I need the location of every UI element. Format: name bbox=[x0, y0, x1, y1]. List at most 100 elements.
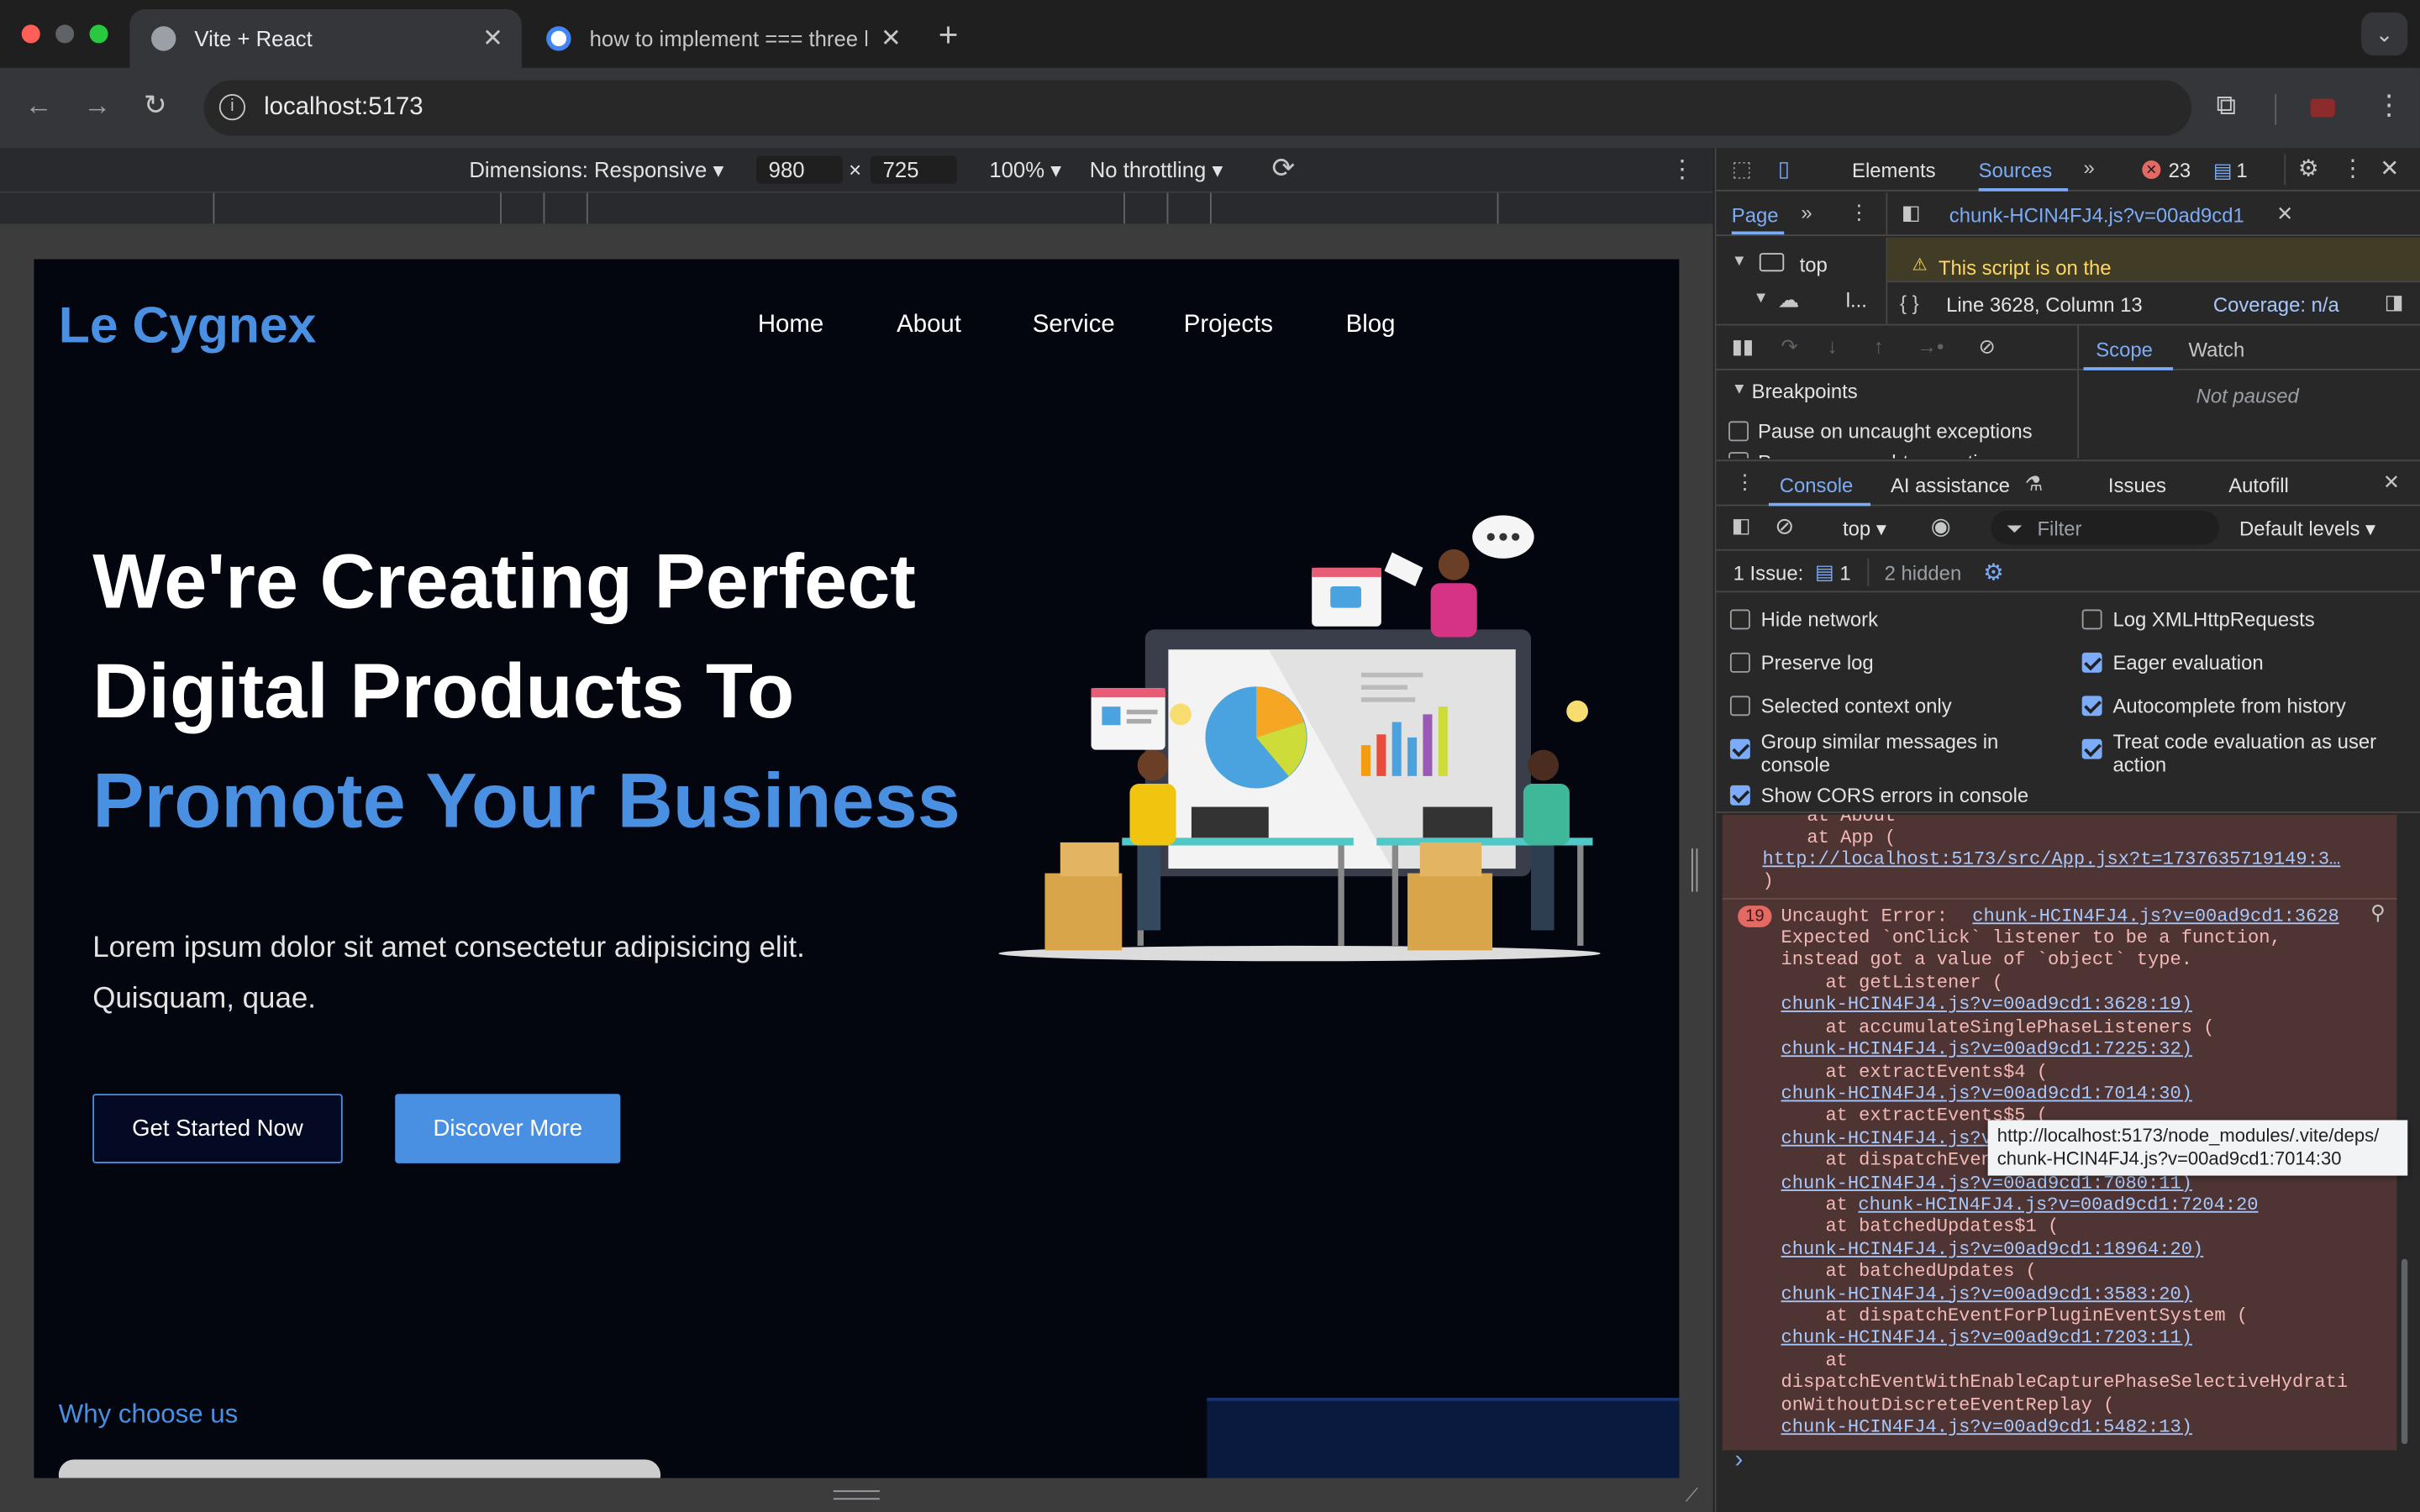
console-prompt[interactable]: › bbox=[1734, 1447, 1743, 1475]
close-drawer-icon[interactable]: ✕ bbox=[2383, 470, 2400, 495]
settings-gear-icon[interactable]: ⚙ bbox=[2298, 155, 2319, 182]
maximize-window-button[interactable] bbox=[89, 24, 108, 44]
address-bar[interactable]: i localhost:5173 bbox=[203, 80, 2192, 136]
step-icon[interactable]: →• bbox=[1917, 335, 1944, 359]
step-out-icon[interactable]: ↑ bbox=[1874, 335, 1884, 359]
expand-arrow-icon[interactable]: ▼ bbox=[1753, 290, 1768, 307]
nav-about[interactable]: About bbox=[897, 312, 961, 339]
tab-ai-assistance[interactable]: AI assistance bbox=[1891, 474, 2010, 497]
eager-eval-checkbox[interactable] bbox=[2081, 652, 2102, 673]
group-similar-checkbox[interactable] bbox=[1729, 738, 1750, 759]
get-started-button[interactable]: Get Started Now bbox=[92, 1094, 343, 1163]
new-tab-icon[interactable]: + bbox=[939, 15, 959, 55]
resize-handle-right[interactable] bbox=[1691, 848, 1698, 892]
tab-sources[interactable]: Sources bbox=[1979, 159, 2053, 182]
nav-service[interactable]: Service bbox=[1033, 312, 1115, 339]
throttling-dropdown[interactable]: No throttling ▾ bbox=[1090, 157, 1223, 183]
tree-top[interactable]: top bbox=[1800, 253, 1828, 276]
more-navigators-icon[interactable]: » bbox=[1801, 201, 1812, 224]
stack-frame-link[interactable]: chunk-HCIN4FJ4.js?v=00ad9cd1:3628:19) bbox=[1781, 995, 2192, 1016]
reload-icon[interactable]: ↻ bbox=[144, 90, 167, 123]
stack-frame-link[interactable]: chunk-HCIN4FJ4.js?v=00ad9cd1:7204:20 bbox=[1858, 1194, 2258, 1216]
close-devtools-icon[interactable]: ✕ bbox=[2380, 155, 2399, 182]
expand-arrow-icon[interactable]: ▼ bbox=[1732, 381, 1747, 398]
console-settings-gear-icon[interactable]: ⚙ bbox=[1983, 559, 2004, 586]
expand-arrow-icon[interactable]: ▼ bbox=[1732, 253, 1747, 270]
discover-more-button[interactable]: Discover More bbox=[395, 1094, 621, 1163]
resize-corner-icon[interactable]: ⟋ bbox=[1686, 1484, 1698, 1508]
close-file-icon[interactable]: ✕ bbox=[2276, 202, 2293, 227]
nav-projects[interactable]: Projects bbox=[1184, 312, 1273, 339]
width-input[interactable]: 980 bbox=[755, 155, 843, 184]
context-dropdown[interactable]: top ▾ bbox=[1843, 517, 1886, 541]
preserve-log-checkbox[interactable] bbox=[1729, 652, 1750, 673]
toggle-sidebar-icon[interactable]: ◨ bbox=[2385, 290, 2404, 314]
close-tab-icon[interactable]: ✕ bbox=[482, 24, 503, 55]
site-info-icon[interactable]: i bbox=[218, 94, 246, 121]
dimensions-dropdown[interactable]: Dimensions: Responsive ▾ bbox=[469, 157, 723, 183]
message-count[interactable]: 1 bbox=[2236, 159, 2247, 182]
live-expression-eye-icon[interactable]: ◉ bbox=[1931, 512, 1951, 540]
toggle-navigator-icon[interactable]: ◧ bbox=[1902, 201, 1921, 225]
autocomplete-history-checkbox[interactable] bbox=[2081, 696, 2102, 717]
pretty-print-icon[interactable]: { } bbox=[1900, 291, 1919, 315]
console-scrollbar[interactable] bbox=[2401, 1258, 2408, 1445]
tab-issues[interactable]: Issues bbox=[2108, 474, 2166, 497]
tab-page[interactable]: Page bbox=[1732, 203, 1779, 227]
navigator-menu-icon[interactable]: ⋮ bbox=[1849, 201, 1869, 225]
back-icon[interactable]: ← bbox=[24, 90, 52, 123]
nav-blog[interactable]: Blog bbox=[1346, 312, 1396, 339]
pause-icon[interactable]: ▮▮ bbox=[1732, 335, 1754, 360]
console-sidebar-icon[interactable]: ◧ bbox=[1732, 514, 1751, 538]
menu-kebab-icon[interactable]: ⋮ bbox=[2375, 90, 2403, 123]
tab-autofill[interactable]: Autofill bbox=[2228, 474, 2289, 497]
stack-frame-link[interactable]: chunk-HCIN4FJ4.js?v=00ad9cd1:7225:32) bbox=[1781, 1038, 2192, 1060]
step-over-icon[interactable]: ↷ bbox=[1781, 335, 1798, 360]
stack-frame-link[interactable]: chunk-HCIN4FJ4.js?v=00ad9cd1:7014:30) bbox=[1781, 1083, 2192, 1105]
device-toggle-icon[interactable]: ▯ bbox=[1778, 156, 1790, 182]
stack-frame-link[interactable]: chunk-HCIN4FJ4.js?v) bbox=[1781, 1127, 2004, 1149]
close-window-button[interactable] bbox=[21, 24, 40, 44]
forward-icon[interactable]: → bbox=[83, 90, 111, 123]
treat-code-eval-checkbox[interactable] bbox=[2081, 738, 2102, 759]
resize-handle-bottom[interactable] bbox=[833, 1490, 880, 1500]
more-options-icon[interactable]: ⋮ bbox=[1670, 155, 1694, 186]
rotate-icon[interactable]: ⟳ bbox=[1271, 153, 1295, 186]
message-icon[interactable]: ▤ bbox=[2213, 159, 2233, 183]
step-into-icon[interactable]: ↓ bbox=[1828, 335, 1838, 359]
extensions-icon[interactable]: ⧉ bbox=[2217, 90, 2237, 123]
drawer-menu-icon[interactable]: ⋮ bbox=[1734, 470, 1754, 495]
nav-home[interactable]: Home bbox=[758, 312, 823, 339]
breakpoints-header[interactable]: Breakpoints bbox=[1752, 380, 1858, 403]
stack-frame-link[interactable]: chunk-HCIN4FJ4.js?v=00ad9cd1:3583:20) bbox=[1781, 1283, 2192, 1305]
profile-icon[interactable] bbox=[2310, 98, 2335, 118]
error-source-link[interactable]: chunk-HCIN4FJ4.js?v=00ad9cd1:3628 bbox=[1972, 906, 2338, 927]
error-icon[interactable]: ✕ bbox=[2142, 160, 2161, 180]
tab-watch[interactable]: Watch bbox=[2188, 338, 2244, 361]
selected-context-checkbox[interactable] bbox=[1729, 696, 1750, 717]
tab-vite-react[interactable]: Vite + React ✕ bbox=[129, 9, 522, 68]
tab-elements[interactable]: Elements bbox=[1852, 159, 1936, 182]
close-tab-icon[interactable]: ✕ bbox=[881, 24, 902, 55]
height-input[interactable]: 725 bbox=[870, 155, 957, 184]
levels-dropdown[interactable]: Default levels ▾ bbox=[2239, 517, 2375, 541]
tree-child[interactable]: l... bbox=[1846, 288, 1867, 312]
clear-console-icon[interactable]: ⊘ bbox=[1775, 512, 1794, 540]
log-xhr-checkbox[interactable] bbox=[2081, 609, 2102, 630]
coverage-label[interactable]: Coverage: n/a bbox=[2213, 293, 2339, 317]
error-count[interactable]: 23 bbox=[2169, 159, 2191, 182]
filter-input[interactable]: ⏷ Filter bbox=[1991, 510, 2220, 545]
stack-frame-link[interactable]: chunk-HCIN4FJ4.js?v=00ad9cd1:18964:20) bbox=[1781, 1238, 2204, 1260]
issue-icon[interactable]: ▤ bbox=[1815, 560, 1834, 585]
tab-scope[interactable]: Scope bbox=[2096, 338, 2153, 361]
hide-network-checkbox[interactable] bbox=[1729, 609, 1750, 630]
stack-frame-link[interactable]: chunk-HCIN4FJ4.js?v=00ad9cd1:5482:13) bbox=[1781, 1416, 2192, 1438]
devtools-menu-icon[interactable]: ⋮ bbox=[2341, 155, 2365, 182]
zoom-dropdown[interactable]: 100% ▾ bbox=[989, 157, 1061, 183]
minimize-window-button[interactable] bbox=[55, 24, 75, 44]
deactivate-breakpoints-icon[interactable]: ⊘ bbox=[1979, 335, 1996, 360]
insights-bulb-icon[interactable]: ⚲ bbox=[2370, 903, 2386, 926]
show-cors-checkbox[interactable] bbox=[1729, 785, 1750, 806]
pause-uncaught-checkbox[interactable] bbox=[1728, 421, 1749, 442]
issues-count[interactable]: 1 bbox=[1839, 562, 1850, 585]
